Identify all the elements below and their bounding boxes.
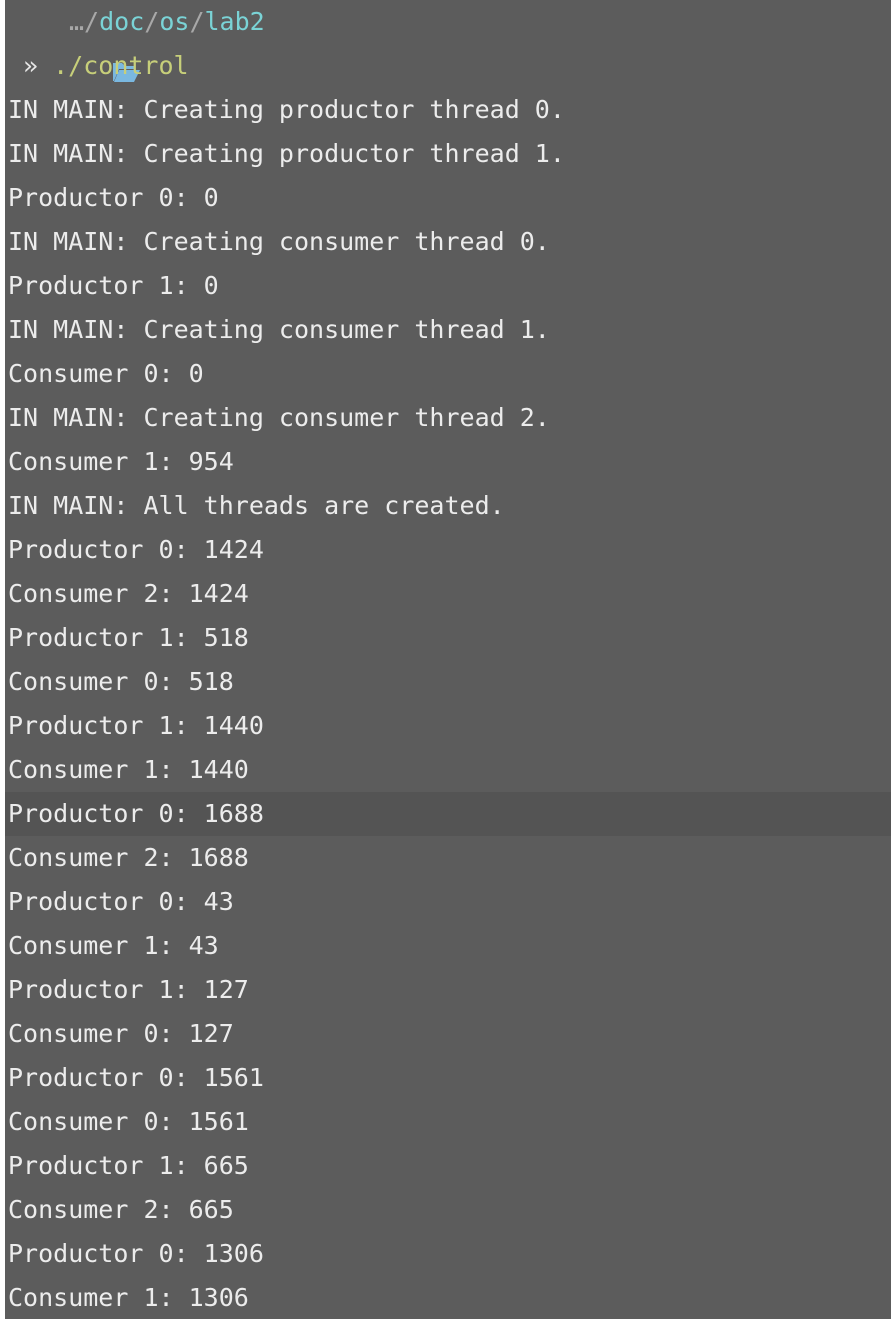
terminal-window[interactable]: …/doc / os / lab2 » ./control IN MAIN: Creat… xyxy=(5,0,891,1319)
output-line: IN MAIN: All threads are created. xyxy=(8,491,505,520)
path-prompt-line: …/doc / os / lab2 xyxy=(5,0,891,82)
output-line: Consumer 0: 1561 xyxy=(8,1107,249,1136)
command-text: ./control xyxy=(53,51,189,80)
output-line: Consumer 1: 1440 xyxy=(8,755,249,784)
output-line: IN MAIN: Creating consumer thread 1. xyxy=(8,315,550,344)
folder-open-icon xyxy=(21,10,141,82)
output-line: Productor 1: 127 xyxy=(8,975,249,1004)
output-line: Consumer 1: 1306 xyxy=(8,1283,249,1312)
output-line: Consumer 0: 127 xyxy=(8,1019,234,1048)
output-line: Consumer 1: 43 xyxy=(8,931,219,960)
output-line: Productor 0: 1306 xyxy=(8,1239,264,1268)
check-icon xyxy=(843,12,867,32)
output-line: Consumer 0: 0 xyxy=(8,359,204,388)
output-line: Consumer 2: 1424 xyxy=(8,579,249,608)
prompt-arrow: » xyxy=(23,51,39,80)
path-ellipsis: …/ xyxy=(69,7,100,36)
output-line: IN MAIN: Creating consumer thread 2. xyxy=(8,403,550,432)
output-line: Productor 0: 1424 xyxy=(8,535,264,564)
path-segment-lab2: lab2 xyxy=(204,7,265,36)
output-line: Productor 1: 665 xyxy=(8,1151,249,1180)
output-line: Productor 1: 0 xyxy=(8,271,219,300)
path-separator: / xyxy=(144,7,160,36)
chevron-left-icon xyxy=(873,12,885,32)
prompt-status xyxy=(843,0,885,44)
output-line: IN MAIN: Creating consumer thread 0. xyxy=(8,227,550,256)
output-line: Productor 0: 1561 xyxy=(8,1063,264,1092)
output-line: Consumer 2: 1688 xyxy=(8,843,249,872)
output-line: Consumer 0: 518 xyxy=(8,667,234,696)
output-line: IN MAIN: Creating productor thread 0. xyxy=(8,95,565,124)
command-line[interactable]: » ./control xyxy=(5,44,891,88)
output-line: IN MAIN: Creating productor thread 1. xyxy=(8,139,565,168)
output-line-current: Productor 0: 1688 xyxy=(5,792,891,836)
path-separator: / xyxy=(189,7,205,36)
path-segment-doc: doc xyxy=(99,7,145,36)
output-line: Productor 0: 43 xyxy=(8,887,234,916)
output-line: Productor 1: 1440 xyxy=(8,711,264,740)
output-line: Productor 0: 0 xyxy=(8,183,219,212)
output-line: Productor 1: 518 xyxy=(8,623,249,652)
path-segment-os: os xyxy=(159,7,190,36)
output-line: Consumer 1: 954 xyxy=(8,447,234,476)
output-line: Consumer 2: 665 xyxy=(8,1195,234,1224)
